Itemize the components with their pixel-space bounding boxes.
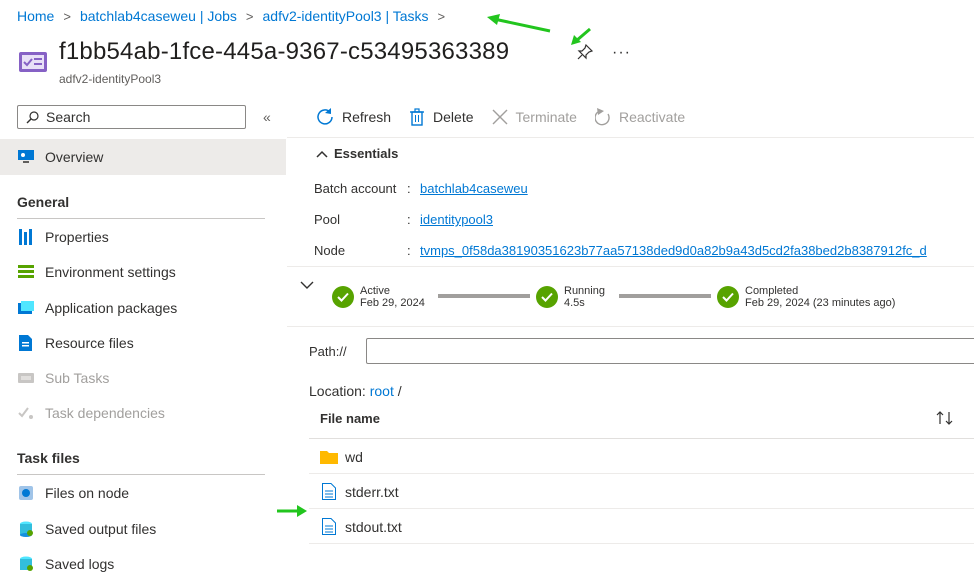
refresh-icon [317, 108, 333, 125]
terminate-button: Terminate [492, 106, 577, 128]
sidebar-item-files-on-node[interactable]: Files on node [17, 482, 129, 504]
divider [309, 438, 974, 439]
reactivate-button: Reactivate [594, 106, 685, 128]
sidebar-item-resource-files[interactable]: Resource files [17, 332, 134, 354]
timeline-step-completed: Completed Feb 29, 2024 (23 minutes ago) [717, 285, 895, 309]
sidebar-item-environment-settings[interactable]: Environment settings [17, 261, 176, 283]
checkmark-icon [536, 286, 558, 308]
collapse-sidebar-icon[interactable]: « [263, 109, 271, 125]
folder-icon [320, 448, 338, 466]
section-header-general: General [17, 194, 70, 210]
chevron-right-icon: > [63, 8, 71, 24]
timeline-connector [438, 294, 530, 298]
breadcrumb: Home > batchlab4caseweu | Jobs > adfv2-i… [17, 8, 454, 24]
sidebar-item-overview[interactable]: Overview [0, 139, 286, 175]
more-options-icon[interactable]: ··· [612, 44, 631, 62]
command-bar: Refresh Delete Terminate Reactivate [316, 106, 703, 128]
table-row[interactable]: wd [309, 440, 974, 474]
sidebar-item-saved-output-files[interactable]: Saved output files [17, 518, 156, 540]
properties-icon [17, 228, 35, 246]
breadcrumb-tasks[interactable]: adfv2-identityPool3 | Tasks [263, 8, 429, 24]
sub-tasks-icon [17, 369, 35, 387]
batch-account-link[interactable]: batchlab4caseweu [420, 181, 528, 196]
sidebar-item-label: Saved output files [45, 521, 157, 537]
sort-icon[interactable] [935, 410, 955, 426]
column-header-file-name[interactable]: File name [320, 411, 380, 426]
task-dependencies-icon [17, 404, 35, 422]
chevron-up-icon [316, 150, 328, 158]
sidebar-item-task-dependencies: Task dependencies [17, 402, 165, 424]
resource-files-icon [17, 334, 35, 352]
page-subtitle: adfv2-identityPool3 [59, 72, 162, 86]
divider [287, 137, 974, 138]
essentials-row-node: Node : tvmps_0f58da38190351623b77aa57138… [314, 243, 927, 258]
pin-icon[interactable] [577, 44, 593, 60]
divider [287, 326, 974, 327]
location-root-link[interactable]: root [370, 383, 394, 399]
page-title: f1bb54ab-1fce-445a-9367-c53495363389 [59, 38, 510, 65]
divider [17, 474, 265, 475]
sidebar-item-label: Application packages [45, 300, 178, 316]
search-icon [26, 110, 39, 123]
path-label: Path:// [309, 344, 347, 359]
sidebar-item-application-packages[interactable]: Application packages [17, 297, 177, 319]
document-icon [320, 483, 338, 501]
sidebar-item-sub-tasks: Sub Tasks [17, 367, 109, 389]
search-input[interactable] [44, 108, 228, 126]
document-icon [320, 518, 338, 536]
sidebar-item-label: Saved logs [45, 556, 115, 572]
sidebar-item-label: Sub Tasks [45, 370, 110, 386]
breadcrumb-jobs[interactable]: batchlab4caseweu | Jobs [80, 8, 237, 24]
task-icon [19, 52, 47, 72]
node-link[interactable]: tvmps_0f58da38190351623b77aa57138ded9d0a… [420, 243, 927, 258]
chevron-down-icon[interactable] [300, 280, 314, 290]
annotation-arrow-icon [277, 505, 307, 517]
sidebar-item-label: Overview [45, 149, 104, 165]
overview-icon [17, 148, 35, 166]
pool-link[interactable]: identitypool3 [420, 212, 493, 227]
saved-output-files-icon [17, 520, 35, 538]
table-row[interactable]: stderr.txt [309, 475, 974, 509]
checkmark-icon [332, 286, 354, 308]
sidebar-item-label: Resource files [45, 335, 134, 351]
close-icon [492, 109, 507, 125]
table-row[interactable]: stdout.txt [309, 510, 974, 544]
annotation-arrow-icon [487, 14, 551, 33]
delete-button[interactable]: Delete [409, 106, 474, 128]
sidebar-item-saved-logs[interactable]: Saved logs [17, 553, 114, 575]
divider [17, 218, 265, 219]
application-packages-icon [17, 299, 35, 317]
chevron-right-icon: > [437, 8, 446, 24]
sidebar-item-label: Properties [45, 229, 109, 245]
location-breadcrumb: Location: root / [309, 383, 402, 399]
divider [287, 266, 974, 267]
search-box[interactable] [17, 105, 246, 129]
timeline-connector [619, 294, 711, 298]
saved-logs-icon [17, 555, 35, 573]
refresh-button[interactable]: Refresh [316, 106, 391, 128]
sidebar-item-properties[interactable]: Properties [17, 226, 109, 248]
section-header-task-files: Task files [17, 450, 80, 466]
breadcrumb-home[interactable]: Home [17, 8, 54, 24]
essentials-row-batch-account: Batch account : batchlab4caseweu [314, 181, 528, 196]
files-on-node-icon [17, 484, 35, 502]
sidebar-item-label: Task dependencies [45, 405, 165, 421]
reactivate-icon [594, 108, 610, 126]
essentials-row-pool: Pool : identitypool3 [314, 212, 493, 227]
timeline-step-active: Active Feb 29, 2024 [332, 285, 425, 309]
checkmark-icon [717, 286, 739, 308]
environment-settings-icon [17, 263, 35, 281]
path-input[interactable] [366, 338, 974, 364]
chevron-right-icon: > [245, 8, 254, 24]
trash-icon [410, 108, 425, 126]
sidebar-item-label: Files on node [45, 485, 130, 501]
essentials-toggle[interactable]: Essentials [316, 146, 398, 161]
sidebar-item-label: Environment settings [45, 264, 176, 280]
timeline-step-running: Running 4.5s [536, 285, 605, 309]
